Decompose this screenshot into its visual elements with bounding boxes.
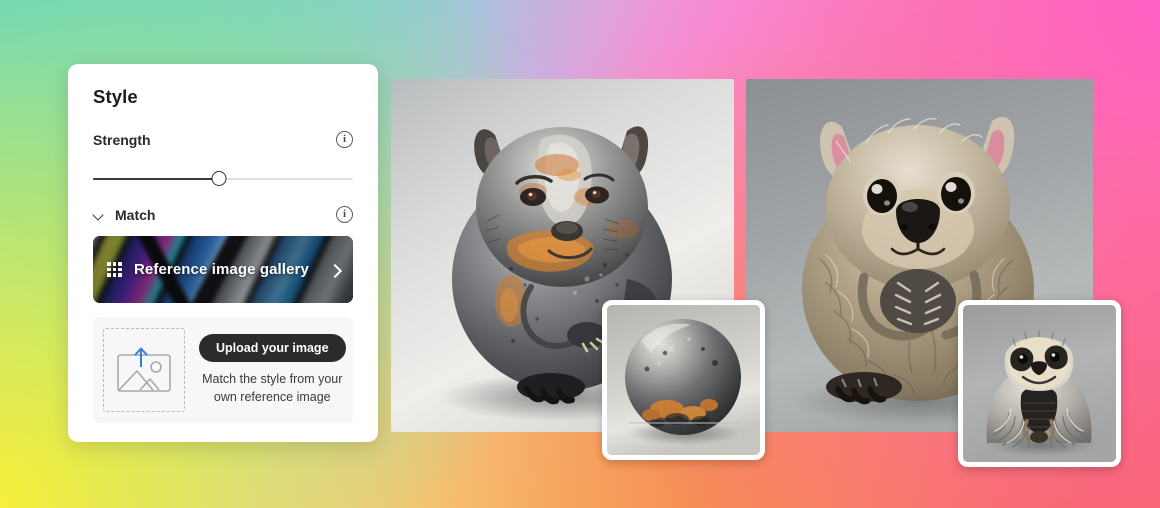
strength-label: Strength: [93, 131, 151, 148]
image-upload-icon: [117, 347, 171, 392]
slider-handle[interactable]: [211, 171, 227, 186]
info-icon[interactable]: i: [336, 206, 353, 223]
slider-fill: [93, 178, 220, 180]
chevron-down-icon[interactable]: [93, 211, 104, 218]
metal-sphere-illustration: [607, 305, 760, 455]
upload-caption: Match the style from your own reference …: [202, 371, 343, 404]
gallery-label: Reference image gallery: [134, 261, 309, 278]
reference-thumbnail-metal-sphere[interactable]: [602, 300, 765, 460]
reference-thumbnail-knitted-sloth[interactable]: [958, 300, 1121, 467]
knitted-sloth-illustration: [963, 305, 1116, 462]
strength-slider[interactable]: [93, 171, 353, 187]
upload-actions: Upload your image Match the style from y…: [199, 333, 346, 407]
gallery-content: Reference image gallery: [93, 236, 353, 303]
page-title: Style: [93, 86, 138, 107]
image-upload-dropzone[interactable]: [103, 328, 185, 412]
match-left-group[interactable]: Match: [93, 207, 155, 223]
match-row[interactable]: Match i: [93, 206, 353, 223]
info-icon[interactable]: i: [336, 131, 353, 148]
upload-your-image-button[interactable]: Upload your image: [199, 333, 346, 362]
strength-row: Strength i: [93, 131, 353, 148]
app-canvas: Style Strength i Match i Reference image…: [0, 0, 1160, 508]
upload-section: Upload your image Match the style from y…: [93, 317, 353, 423]
reference-image-gallery-button[interactable]: Reference image gallery: [93, 236, 353, 303]
style-panel: Style Strength i Match i Reference image…: [68, 64, 378, 442]
chevron-right-icon[interactable]: [329, 264, 340, 275]
grid-icon: [107, 262, 122, 277]
match-label: Match: [115, 206, 156, 223]
